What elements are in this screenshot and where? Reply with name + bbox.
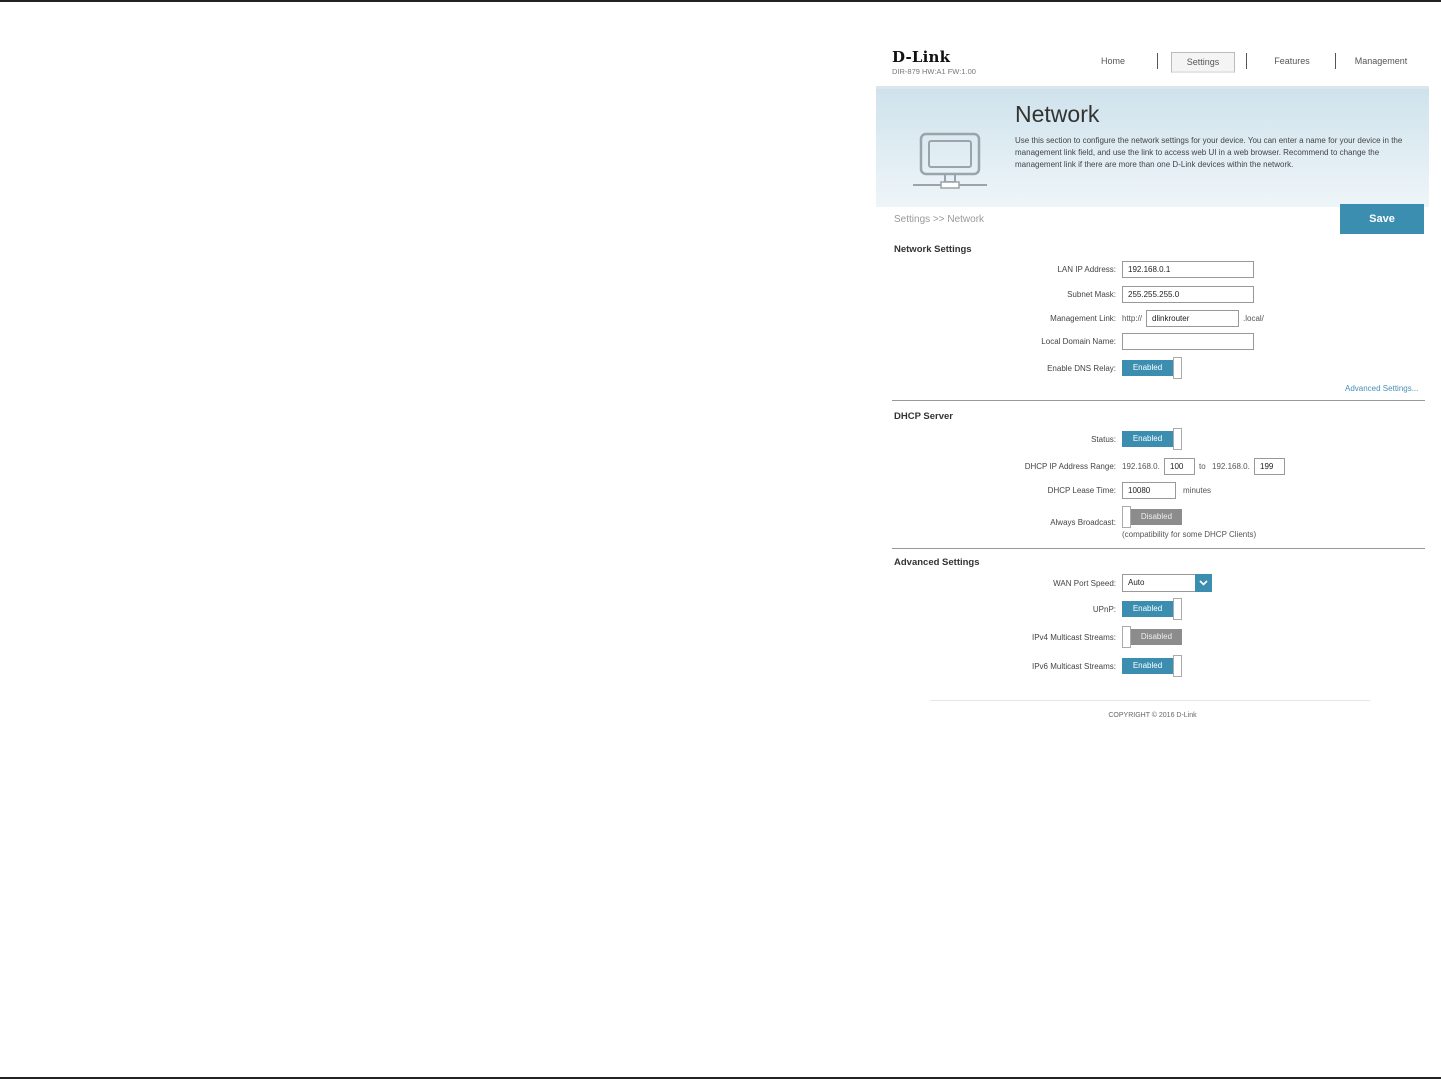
save-button[interactable]: Save bbox=[1340, 204, 1424, 234]
toggle-knob bbox=[1122, 506, 1131, 528]
lease-time-unit: minutes bbox=[1183, 486, 1212, 495]
network-settings-title: Network Settings bbox=[894, 244, 972, 255]
nav-separator bbox=[1246, 53, 1247, 69]
dhcp-range-prefix-end: 192.168.0. bbox=[1212, 462, 1250, 471]
lan-ip-label: LAN IP Address: bbox=[1057, 265, 1116, 274]
ipv4-multicast-toggle[interactable]: Disabled bbox=[1122, 626, 1182, 648]
upnp-label: UPnP: bbox=[1092, 605, 1116, 614]
management-link-input[interactable]: dlinkrouter bbox=[1146, 310, 1239, 327]
page-bottom-rule bbox=[0, 1077, 1441, 1079]
section-divider bbox=[892, 400, 1425, 401]
dhcp-status-label: Status: bbox=[1091, 435, 1116, 444]
toggle-knob bbox=[1173, 428, 1182, 450]
toggle-state: Disabled bbox=[1131, 509, 1182, 525]
dhcp-range-end-input[interactable]: 199 bbox=[1254, 458, 1285, 475]
toggle-knob bbox=[1122, 626, 1131, 648]
toggle-state: Disabled bbox=[1131, 629, 1182, 645]
wan-port-speed-label: WAN Port Speed: bbox=[1053, 579, 1116, 588]
section-divider bbox=[892, 548, 1425, 549]
dns-relay-label: Enable DNS Relay: bbox=[1047, 364, 1116, 373]
nav-features[interactable]: Features bbox=[1270, 52, 1314, 70]
dhcp-server-title: DHCP Server bbox=[894, 411, 953, 422]
page-banner: Network Use this section to configure th… bbox=[876, 86, 1429, 207]
dhcp-range-label: DHCP IP Address Range: bbox=[1024, 462, 1116, 471]
always-broadcast-toggle[interactable]: Disabled bbox=[1122, 506, 1182, 528]
breadcrumb: Settings >> Network bbox=[894, 214, 985, 225]
management-link-suffix: .local/ bbox=[1243, 314, 1264, 323]
lease-time-input[interactable]: 10080 bbox=[1122, 482, 1176, 499]
router-settings-screen: D-Link DIR-879 HW:A1 FW:1.00 Home Settin… bbox=[876, 28, 1429, 738]
toggle-knob bbox=[1173, 357, 1182, 379]
management-link-label: Management Link: bbox=[1050, 314, 1116, 323]
nav-home[interactable]: Home bbox=[1098, 52, 1128, 70]
toggle-state: Enabled bbox=[1122, 431, 1173, 447]
upnp-toggle[interactable]: Enabled bbox=[1122, 598, 1182, 620]
footer-divider bbox=[930, 700, 1370, 701]
toggle-state: Enabled bbox=[1122, 601, 1173, 617]
dhcp-range-to: to bbox=[1199, 462, 1206, 471]
wan-port-speed-select[interactable]: Auto bbox=[1122, 574, 1212, 592]
lease-time-label: DHCP Lease Time: bbox=[1047, 486, 1116, 495]
local-domain-label: Local Domain Name: bbox=[1041, 337, 1116, 346]
always-broadcast-note: (compatibility for some DHCP Clients) bbox=[1122, 530, 1257, 539]
toggle-state: Enabled bbox=[1122, 658, 1173, 674]
dhcp-range-start-input[interactable]: 100 bbox=[1164, 458, 1195, 475]
wan-port-speed-value: Auto bbox=[1128, 578, 1145, 587]
monitor-network-icon bbox=[911, 131, 989, 198]
management-link-prefix: http:// bbox=[1122, 314, 1143, 323]
dhcp-status-toggle[interactable]: Enabled bbox=[1122, 428, 1182, 450]
advanced-settings-link[interactable]: Advanced Settings... bbox=[1345, 384, 1418, 393]
ipv4-multicast-label: IPv4 Multicast Streams: bbox=[1031, 633, 1116, 642]
lan-ip-input[interactable]: 192.168.0.1 bbox=[1122, 261, 1254, 278]
toggle-state: Enabled bbox=[1122, 360, 1173, 376]
page-top-rule bbox=[0, 0, 1441, 2]
toggle-knob bbox=[1173, 655, 1182, 677]
nav-management[interactable]: Management bbox=[1352, 52, 1410, 70]
ipv6-multicast-label: IPv6 Multicast Streams: bbox=[1031, 662, 1116, 671]
nav-settings[interactable]: Settings bbox=[1171, 52, 1235, 73]
nav-separator bbox=[1157, 53, 1158, 69]
page-title: Network bbox=[1015, 101, 1100, 127]
dhcp-range-prefix-start: 192.168.0. bbox=[1122, 462, 1160, 471]
subnet-mask-input[interactable]: 255.255.255.0 bbox=[1122, 286, 1254, 303]
dns-relay-toggle[interactable]: Enabled bbox=[1122, 357, 1182, 379]
copyright: COPYRIGHT © 2016 D-Link bbox=[1108, 712, 1197, 719]
page-description: Use this section to configure the networ… bbox=[1015, 136, 1403, 169]
advanced-settings-title: Advanced Settings bbox=[894, 557, 980, 568]
top-nav: Home Settings Features Management bbox=[876, 52, 1429, 73]
subnet-mask-label: Subnet Mask: bbox=[1067, 290, 1116, 299]
always-broadcast-label: Always Broadcast: bbox=[1050, 518, 1116, 527]
toggle-knob bbox=[1173, 598, 1182, 620]
nav-separator bbox=[1335, 53, 1336, 69]
ipv6-multicast-toggle[interactable]: Enabled bbox=[1122, 655, 1182, 677]
chevron-down-icon[interactable] bbox=[1195, 574, 1212, 592]
local-domain-input[interactable] bbox=[1122, 333, 1254, 350]
